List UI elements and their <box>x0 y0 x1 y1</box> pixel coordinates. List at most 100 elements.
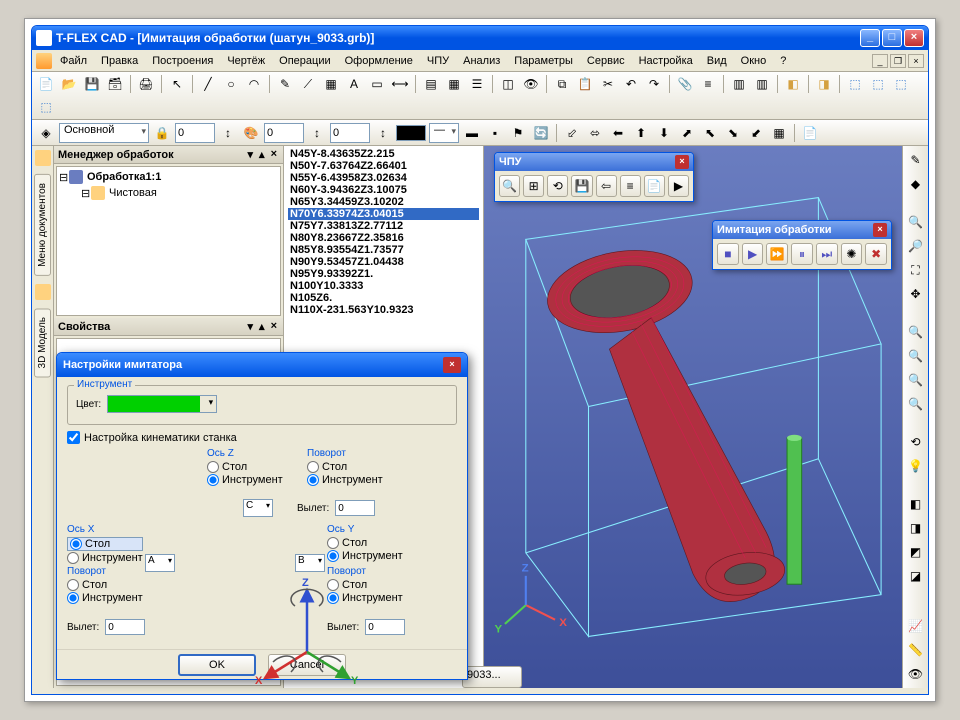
cnc-btn-list[interactable]: ≡ <box>620 175 641 197</box>
lock-icon[interactable]: 🔒 <box>152 123 172 143</box>
m7-icon[interactable]: ⬉ <box>700 123 720 143</box>
props-pin-icon[interactable]: ▴ <box>257 320 267 333</box>
copy-icon[interactable]: ⧉ <box>552 74 572 94</box>
overhang-right[interactable] <box>365 619 405 635</box>
sim-play-button[interactable]: ▶ <box>742 243 764 265</box>
flag-icon[interactable]: ⚑ <box>508 123 528 143</box>
cnc-btn-sheet[interactable]: 📄 <box>644 175 665 197</box>
refresh-icon[interactable]: 🔄 <box>531 123 551 143</box>
side-tab-icon-2[interactable] <box>35 284 51 300</box>
rt-zoom-all-icon[interactable]: 🔍 <box>906 346 926 366</box>
side-tab-3dmodel[interactable]: 3D Модель <box>34 308 51 377</box>
arc-icon[interactable]: ◠ <box>244 74 264 94</box>
panel-menu-icon[interactable]: ▾ <box>246 148 256 161</box>
line-icon[interactable]: ╱ <box>198 74 218 94</box>
dialog-close[interactable]: × <box>443 357 461 373</box>
axis-x-radio[interactable]: Стол Инструмент <box>67 537 143 564</box>
cnc-btn-back[interactable]: ⇦ <box>596 175 617 197</box>
layers-icon[interactable]: ☰ <box>467 74 487 94</box>
cnc-btn-1[interactable]: 🔍 <box>499 175 520 197</box>
panel-close-icon[interactable]: × <box>269 148 279 161</box>
view-icon[interactable]: 👁 <box>521 74 541 94</box>
print-icon[interactable]: 🖨 <box>136 74 156 94</box>
cnc-btn-2[interactable]: ⊞ <box>523 175 544 197</box>
lt2-icon[interactable]: ▪ <box>485 123 505 143</box>
menu-edit[interactable]: Правка <box>95 53 144 69</box>
redo-icon[interactable]: ↷ <box>644 74 664 94</box>
sim-float-panel[interactable]: Имитация обработки × ■ ▶ ⏩ ⏸ ⏭ ✺ ✖ <box>712 220 892 270</box>
gcode-line[interactable]: N110X-231.563Y10.9323 <box>288 304 479 316</box>
col1-icon[interactable]: ▥ <box>729 74 749 94</box>
menu-drawing[interactable]: Чертёж <box>221 53 271 69</box>
gcode-line[interactable]: N70Y6.33974Z3.04015 <box>288 208 479 220</box>
gcode-line[interactable]: N90Y9.53457Z1.04438 <box>288 256 479 268</box>
menu-help[interactable]: ? <box>774 53 792 69</box>
m3-icon[interactable]: ⬅ <box>608 123 628 143</box>
cut-icon[interactable]: ✂ <box>598 74 618 94</box>
palette-icon[interactable]: 🎨 <box>241 123 261 143</box>
m1-icon[interactable]: ⬃ <box>562 123 582 143</box>
sim-step-button[interactable]: ⏭ <box>816 243 838 265</box>
sim-ff-button[interactable]: ⏩ <box>766 243 788 265</box>
spin-2[interactable] <box>264 123 304 143</box>
gcode-line[interactable]: N50Y-7.63764Z2.66401 <box>288 160 479 172</box>
side-tab-docs[interactable]: Меню документов <box>34 174 51 276</box>
menu-operations[interactable]: Операции <box>273 53 336 69</box>
rt-pan-icon[interactable]: ✥ <box>906 284 926 304</box>
tree-row-root[interactable]: ⊟ Обработка1:1 <box>59 169 278 185</box>
menu-analysis[interactable]: Анализ <box>457 53 506 69</box>
side-tab-icon-1[interactable] <box>35 150 51 166</box>
rt-shape-icon[interactable]: ◆ <box>906 174 926 194</box>
rt-iso3-icon[interactable]: ◩ <box>906 542 926 562</box>
dialog-titlebar[interactable]: Настройки имитатора × <box>57 353 467 377</box>
new-icon[interactable]: 📄 <box>36 74 56 94</box>
sim-stop-button[interactable]: ■ <box>717 243 739 265</box>
combo-c[interactable]: C <box>243 499 273 517</box>
props-menu-icon[interactable]: ▾ <box>246 320 256 333</box>
cnc-float-close[interactable]: × <box>675 155 689 169</box>
rt-zoom-in-icon[interactable]: 🔍 <box>906 212 926 232</box>
color-swatch[interactable] <box>396 125 426 141</box>
hatch-icon[interactable]: ▦ <box>321 74 341 94</box>
kinematics-checkbox[interactable]: Настройка кинематики станка <box>67 431 457 444</box>
tree-row-finishing[interactable]: ⊟ Чистовая <box>59 185 278 201</box>
menu-window[interactable]: Окно <box>735 53 773 69</box>
cnc-btn-4[interactable]: 💾 <box>571 175 592 197</box>
mdi-restore[interactable]: ❐ <box>890 54 906 68</box>
save-all-icon[interactable]: 🗃 <box>105 74 125 94</box>
open-icon[interactable]: 📂 <box>59 74 79 94</box>
cube2-icon[interactable]: ◨ <box>814 74 834 94</box>
rt-zoom-win-icon[interactable]: 🔍 <box>906 322 926 342</box>
doc-icon[interactable]: 📄 <box>800 123 820 143</box>
mdi-close[interactable]: × <box>908 54 924 68</box>
linetype-combo[interactable]: — <box>429 123 459 143</box>
axis-z-radio[interactable]: Стол Инструмент <box>207 461 283 486</box>
gcode-line[interactable]: N60Y-3.94362Z3.10075 <box>288 184 479 196</box>
rotation-top-radio[interactable]: Стол Инструмент <box>307 461 383 486</box>
rt-zoom-sel-icon[interactable]: 🔍 <box>906 370 926 390</box>
spin-3[interactable] <box>330 123 370 143</box>
menu-params[interactable]: Параметры <box>508 53 579 69</box>
ok-button[interactable]: OK <box>178 654 256 676</box>
rotation-left-radio[interactable]: Стол Инструмент <box>67 579 143 604</box>
menu-service[interactable]: Сервис <box>581 53 631 69</box>
rt-chart-icon[interactable]: 📈 <box>906 616 926 636</box>
undo-icon[interactable]: ↶ <box>621 74 641 94</box>
minimize-button[interactable]: _ <box>860 29 880 47</box>
rt-fit-icon[interactable]: ⛶ <box>906 260 926 280</box>
sim-cancel-button[interactable]: ✖ <box>865 243 887 265</box>
save-icon[interactable]: 💾 <box>82 74 102 94</box>
gcode-line[interactable]: N55Y-6.43958Z3.02634 <box>288 172 479 184</box>
rt-light-icon[interactable]: 💡 <box>906 456 926 476</box>
gcode-line[interactable]: N95Y9.93392Z1. <box>288 268 479 280</box>
m10-icon[interactable]: ▦ <box>769 123 789 143</box>
m6-icon[interactable]: ⬈ <box>677 123 697 143</box>
spin-1[interactable] <box>175 123 215 143</box>
m8-icon[interactable]: ⬊ <box>723 123 743 143</box>
rt-rotate-icon[interactable]: ⟲ <box>906 432 926 452</box>
menu-construct[interactable]: Построения <box>146 53 219 69</box>
spin2-icon[interactable]: ↕ <box>307 123 327 143</box>
panel-pin-icon[interactable]: ▴ <box>257 148 267 161</box>
axis-y-radio[interactable]: Стол Инструмент <box>327 537 403 562</box>
grid-icon[interactable]: ▦ <box>444 74 464 94</box>
